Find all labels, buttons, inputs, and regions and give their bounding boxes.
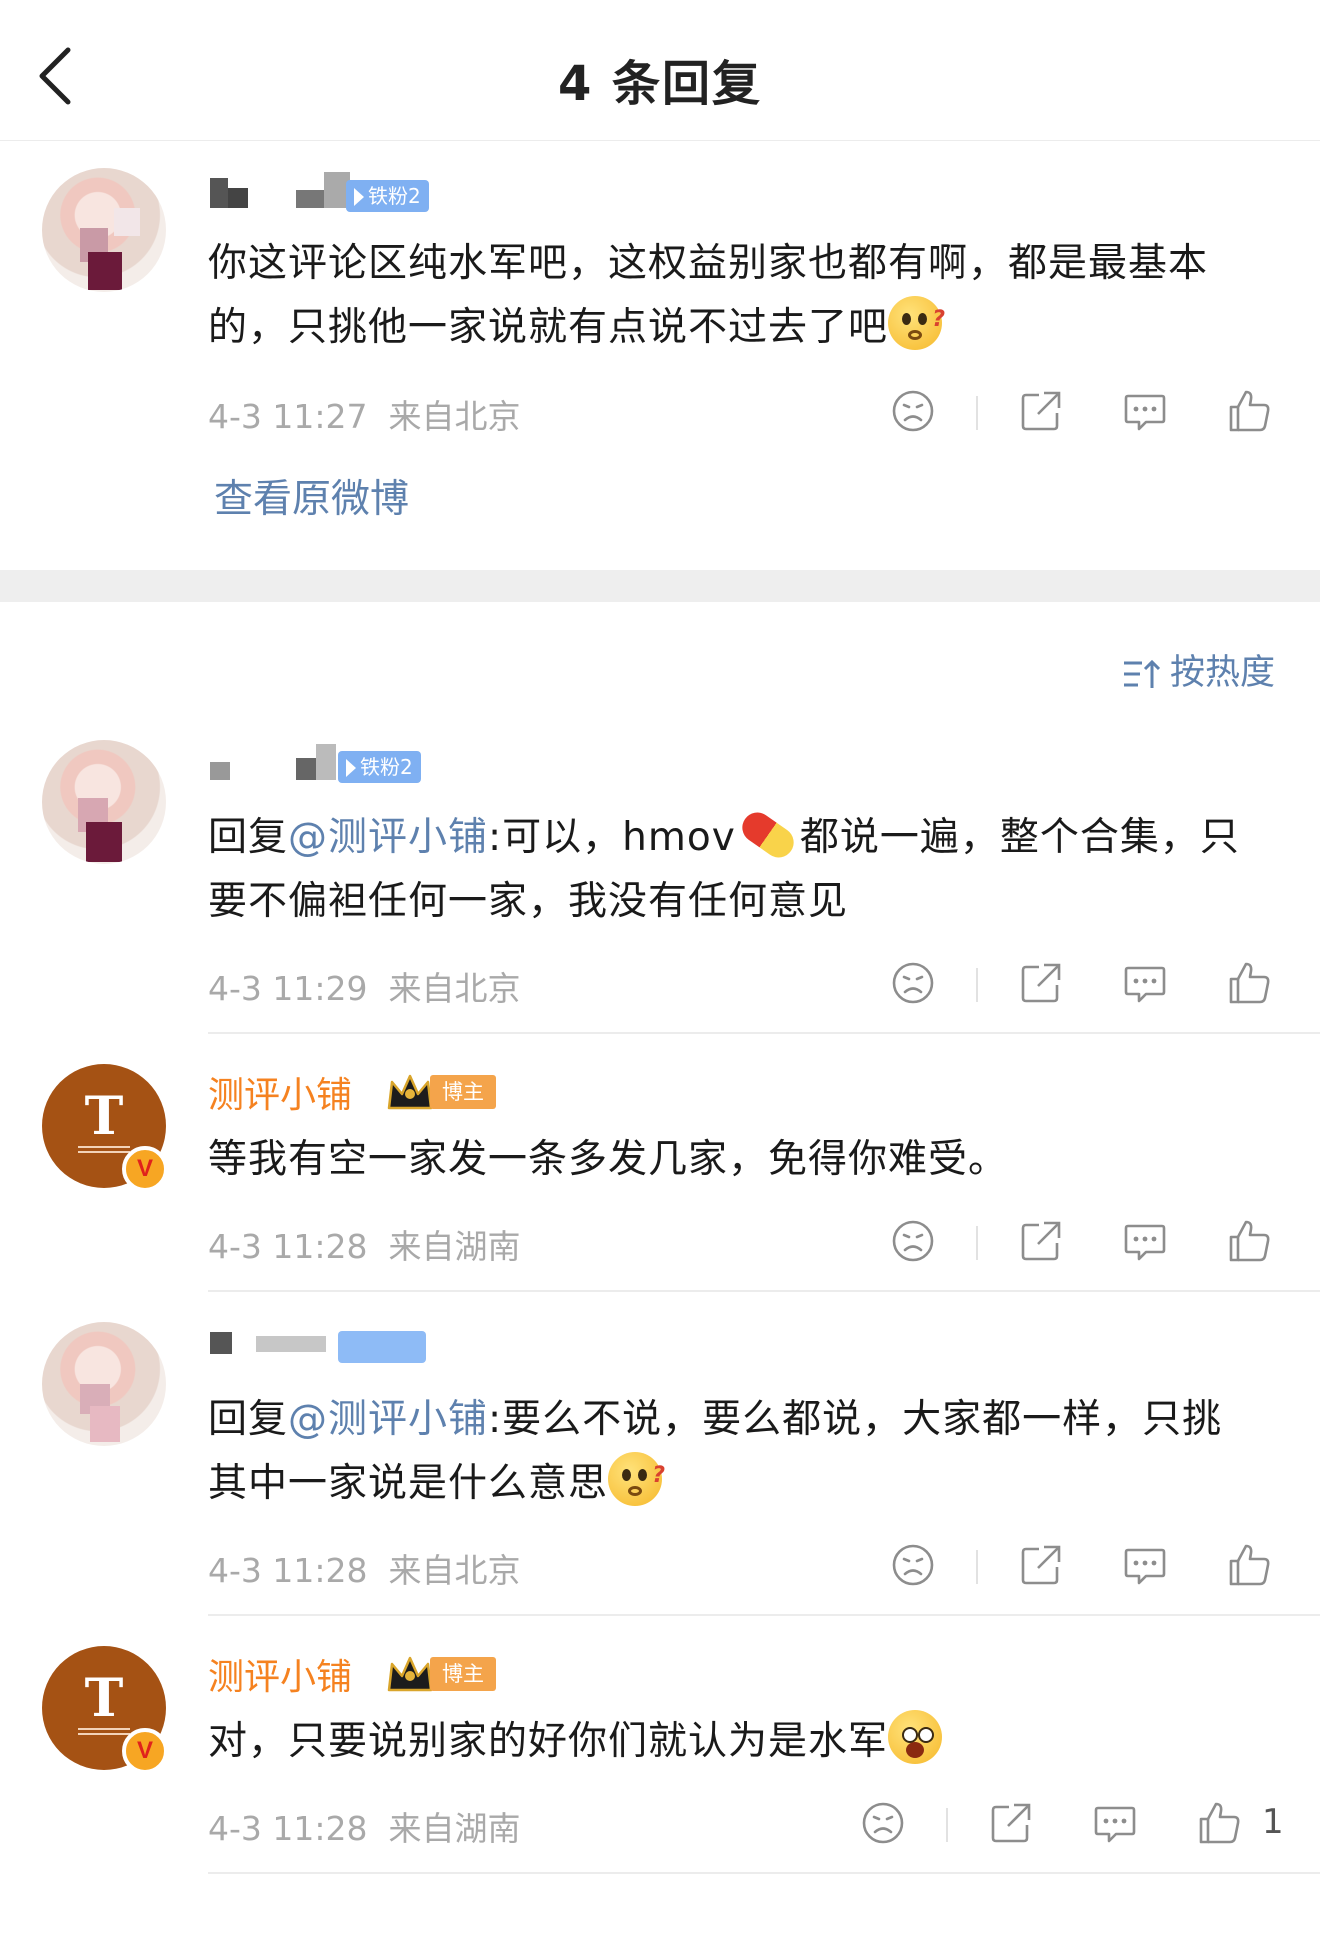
top-bar: 4 条回复 — [0, 0, 1320, 141]
divider — [208, 1872, 1320, 1874]
separator — [976, 968, 978, 1002]
thumbs-up-icon[interactable] — [1196, 1800, 1242, 1846]
avatar[interactable] — [42, 740, 166, 864]
thinking-emoji: ? — [888, 296, 945, 350]
share-icon[interactable] — [1018, 1218, 1064, 1264]
username[interactable]: 测评小铺 — [208, 1066, 352, 1118]
reply-text: 对，只要说别家的好你们就认为是水军 — [208, 1710, 1248, 1774]
blogger-badge: 博主 — [430, 1075, 496, 1109]
like-count: 1 — [1262, 1802, 1284, 1842]
share-icon[interactable] — [1018, 1542, 1064, 1588]
separator — [976, 1550, 978, 1584]
page-title: 4 条回复 — [557, 56, 763, 112]
divider — [208, 1032, 1320, 1034]
action-bar: 1 — [860, 1800, 1284, 1850]
separator — [976, 396, 978, 430]
fan-badge: 铁粉2 — [338, 751, 421, 783]
crown-icon — [386, 1072, 434, 1114]
dislike-icon[interactable] — [890, 388, 936, 434]
screaming-emoji — [888, 1710, 943, 1764]
comment-meta: 4-3 11:28 来自北京 — [208, 1551, 521, 1590]
comment-icon[interactable] — [1122, 388, 1168, 434]
thumbs-up-icon[interactable] — [1226, 1218, 1272, 1264]
pill-emoji — [736, 806, 800, 864]
fan-badge: 铁粉2 — [346, 180, 429, 212]
comment-meta: 4-3 11:28 来自湖南 — [208, 1227, 521, 1266]
sort-icon — [1122, 658, 1161, 699]
reply-text: 等我有空一家发一条多发几家，免得你难受。 — [208, 1137, 1009, 1182]
thumbs-up-icon[interactable] — [1226, 1542, 1272, 1588]
divider — [208, 1614, 1320, 1616]
comment-icon[interactable] — [1122, 960, 1168, 1006]
verified-badge: V — [122, 1728, 168, 1774]
section-divider — [0, 570, 1320, 602]
action-bar — [890, 388, 1270, 438]
avatar[interactable]: T V — [42, 1064, 168, 1192]
play-icon — [354, 188, 364, 206]
thinking-emoji: ? — [608, 1452, 665, 1506]
comment-meta: 4-3 11:29 来自北京 — [208, 969, 521, 1008]
separator — [946, 1808, 948, 1842]
dislike-icon[interactable] — [890, 1218, 936, 1264]
mention-link[interactable]: @测评小铺 — [288, 1397, 488, 1442]
reply-text: 回复@测评小铺:要么不说，要么都说，大家都一样，只挑其中一家说是什么意思? — [208, 1397, 1223, 1506]
blogger-badge: 博主 — [430, 1657, 496, 1691]
share-icon[interactable] — [1018, 960, 1064, 1006]
avatar[interactable] — [42, 1322, 166, 1446]
separator — [976, 1226, 978, 1260]
dislike-icon[interactable] — [860, 1800, 906, 1846]
thumbs-up-icon[interactable] — [1226, 960, 1272, 1006]
verified-badge: V — [122, 1146, 168, 1192]
username[interactable]: 测评小铺 — [208, 1648, 352, 1700]
dislike-icon[interactable] — [890, 1542, 936, 1588]
action-bar — [890, 1218, 1270, 1268]
comment-meta: 4-3 11:28 来自湖南 — [208, 1809, 521, 1848]
mention-link[interactable]: @测评小铺 — [288, 815, 488, 860]
reply-text: 回复@测评小铺:可以，hmov 都说一遍，整个合集，只要不偏袒任何一家，我没有任何… — [208, 806, 1248, 934]
share-icon[interactable] — [1018, 388, 1064, 434]
avatar[interactable] — [42, 168, 166, 292]
divider — [208, 1290, 1320, 1292]
fan-badge-obscured — [338, 1331, 426, 1363]
dislike-icon[interactable] — [890, 960, 936, 1006]
crown-icon — [386, 1654, 434, 1696]
avatar[interactable]: T V — [42, 1646, 168, 1774]
comment-icon[interactable] — [1122, 1218, 1168, 1264]
thumbs-up-icon[interactable] — [1226, 388, 1272, 434]
comment-icon[interactable] — [1092, 1800, 1138, 1846]
comment-icon[interactable] — [1122, 1542, 1168, 1588]
comment-meta: 4-3 11:27 来自北京 — [208, 397, 521, 436]
play-icon — [346, 759, 356, 777]
sort-button[interactable]: 按热度 — [1122, 644, 1275, 699]
view-original-link[interactable]: 查看原微博 — [214, 468, 409, 524]
share-icon[interactable] — [988, 1800, 1034, 1846]
action-bar — [890, 1542, 1270, 1592]
action-bar — [890, 960, 1270, 1010]
comment-text: 你这评论区纯水军吧，这权益别家也都有啊，都是最基本的，只挑他一家说就有点说不过去… — [208, 241, 1209, 350]
